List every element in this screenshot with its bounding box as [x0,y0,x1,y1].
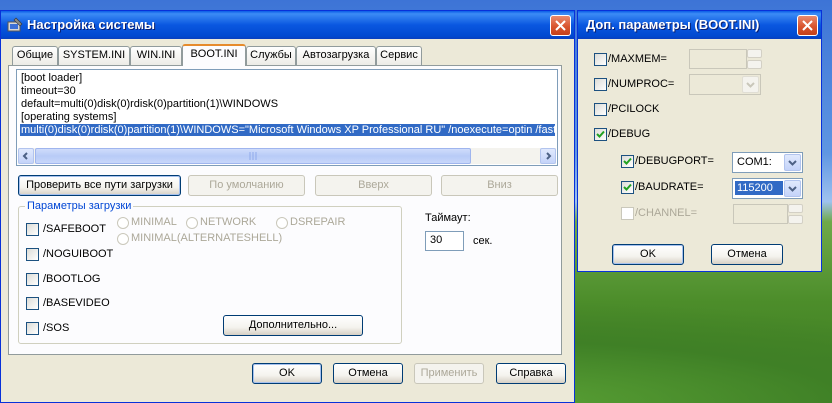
move-down-button[interactable]: Вниз [441,175,558,196]
debugport-dropdown-button[interactable] [784,154,801,171]
minimal-altshell-radio[interactable] [117,233,129,245]
close-icon [802,20,813,31]
minimal-altshell-label: MINIMAL(ALTERNATESHELL) [131,232,283,244]
arrow-right-icon [546,152,552,160]
checkmark-icon [623,157,632,165]
channel-spinner[interactable] [788,204,803,224]
boot-ini-selected-line[interactable]: multi(0)disk(0)rdisk(0)partition(1)\WIND… [20,124,555,136]
debugport-label: /DEBUGPORT= [635,155,714,167]
dsrepair-radio[interactable] [276,217,288,229]
timeout-unit-label: сек. [473,235,493,247]
debug-label: /DEBUG [608,128,651,140]
boot-ini-line: default=multi(0)disk(0)rdisk(0)partition… [21,98,279,110]
chevron-down-icon [788,160,797,166]
advanced-cancel-button[interactable]: Отмена [711,244,783,265]
pcilock-checkbox[interactable] [594,103,607,116]
basevideo-label: /BASEVIDEO [43,297,110,309]
boot-ini-line: [boot loader] [21,72,83,84]
tab-boot-ini[interactable]: BOOT.INI [182,44,246,66]
timeout-label: Таймаут: [425,212,471,224]
default-button[interactable]: По умолчанию [188,175,305,196]
basevideo-checkbox[interactable] [26,297,39,310]
tab-tools[interactable]: Сервис [376,46,422,65]
baudrate-checkbox[interactable] [621,181,634,194]
safeboot-label: /SAFEBOOT [43,223,106,235]
arrow-left-icon [22,152,28,160]
boot-ini-line: timeout=30 [21,85,76,97]
main-close-button[interactable] [550,15,571,36]
horizontal-scrollbar[interactable] [18,148,556,164]
network-radio[interactable] [186,217,198,229]
dsrepair-label: DSREPAIR [290,216,346,228]
timeout-input[interactable]: 30 [425,231,464,251]
tab-system-ini[interactable]: SYSTEM.INI [58,46,130,65]
advanced-window-title: Доп. параметры (BOOT.INI) [586,17,760,32]
chevron-down-icon [788,186,797,192]
boot-ini-textbox[interactable]: [boot loader] timeout=30 default=multi(0… [16,69,558,166]
help-button[interactable]: Справка [496,363,566,384]
maxmem-spinner[interactable] [747,49,762,69]
sos-label: /SOS [43,322,70,334]
numproc-label: /NUMPROC= [608,78,675,90]
debugport-checkbox[interactable] [621,155,634,168]
debug-checkbox[interactable] [594,128,607,141]
advanced-ok-button[interactable]: OK [612,244,684,265]
debugport-value: COM1: [737,156,772,168]
tab-general[interactable]: Общие [12,46,58,65]
baudrate-value: 115200 [735,181,783,195]
bootlog-label: /BOOTLOG [43,273,101,285]
boot-params-label: Параметры загрузки [25,200,134,212]
msconfig-app-icon [7,17,23,32]
bootlog-checkbox[interactable] [26,273,39,286]
debugport-select[interactable]: COM1: [732,152,803,173]
main-title-bar[interactable]: Настройка системы [1,11,574,39]
maxmem-label: /MAXMEM= [608,53,667,65]
scroll-right-button[interactable] [540,148,556,164]
minimal-label: MINIMAL [131,216,177,228]
advanced-title-bar[interactable]: Доп. параметры (BOOT.INI) [578,11,821,39]
tab-services[interactable]: Службы [246,46,296,65]
minimal-radio[interactable] [117,217,129,229]
advanced-button[interactable]: Дополнительно... [223,315,363,336]
chevron-down-icon [746,82,755,88]
network-label: NETWORK [200,216,257,228]
channel-checkbox[interactable] [621,207,634,220]
baudrate-label: /BAUDRATE= [635,181,704,193]
numproc-checkbox[interactable] [594,78,607,91]
boot-ini-line: [operating systems] [21,111,117,123]
apply-button[interactable]: Применить [414,363,484,384]
check-all-paths-button[interactable]: Проверить все пути загрузки [18,175,181,196]
baudrate-select[interactable]: 115200 [732,178,803,199]
ok-button[interactable]: OK [252,363,322,384]
advanced-close-button[interactable] [797,15,818,36]
sos-checkbox[interactable] [26,322,39,335]
checkmark-icon [623,183,632,191]
maxmem-input[interactable] [689,49,747,69]
baudrate-dropdown-button[interactable] [784,180,801,197]
checkmark-icon [596,130,605,138]
cancel-button[interactable]: Отмена [333,363,403,384]
move-up-button[interactable]: Вверх [315,175,432,196]
channel-label: /CHANNEL= [635,207,698,219]
channel-input[interactable] [733,204,788,224]
numproc-dropdown-button[interactable] [742,76,759,93]
noguiboot-checkbox[interactable] [26,248,39,261]
tab-startup[interactable]: Автозагрузка [296,46,376,65]
numproc-select[interactable] [689,74,761,95]
pcilock-label: /PCILOCK [608,103,660,115]
safeboot-checkbox[interactable] [26,223,39,236]
scrollbar-thumb[interactable] [35,148,471,164]
close-icon [555,20,566,31]
noguiboot-label: /NOGUIBOOT [43,248,114,260]
main-window-title: Настройка системы [27,17,156,32]
maxmem-checkbox[interactable] [594,53,607,66]
grip-icon [249,152,257,160]
tab-win-ini[interactable]: WIN.INI [130,46,182,65]
scroll-left-button[interactable] [18,148,34,164]
